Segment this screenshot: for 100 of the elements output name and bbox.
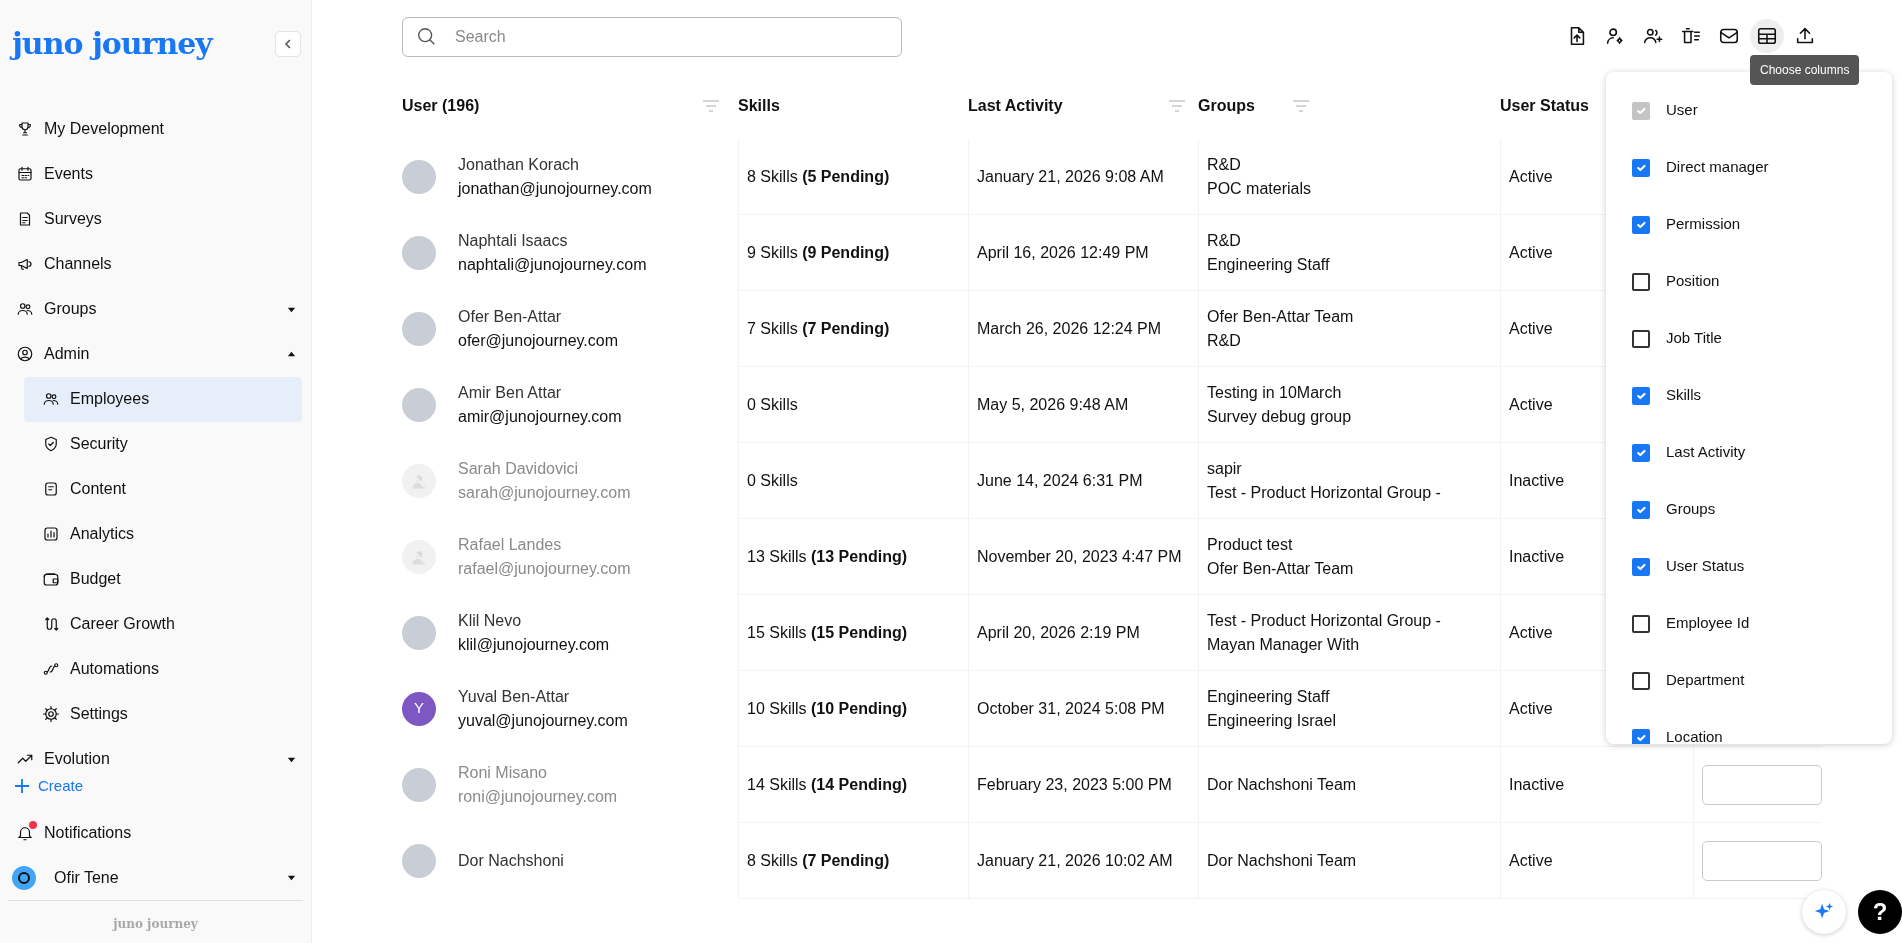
checkbox[interactable] (1632, 557, 1650, 576)
group-name: Engineering Israel (1207, 710, 1336, 731)
checkbox[interactable] (1632, 158, 1650, 177)
avatar-photo-placeholder (402, 615, 436, 650)
checkbox[interactable] (1632, 386, 1650, 405)
avatar-photo-placeholder (402, 311, 436, 346)
nav-item[interactable]: Surveys (0, 196, 311, 242)
column-option[interactable]: Position (1632, 253, 1892, 310)
skills-text: 8 Skills (5 Pending) (747, 166, 890, 187)
date-text: March 26, 2026 12:24 PM (977, 318, 1162, 339)
group-name: Dor Nachshoni Team (1207, 774, 1357, 795)
skills-text: 8 Skills (7 Pending) (747, 850, 890, 871)
column-option[interactable]: Skills (1632, 367, 1892, 424)
avatar-photo-placeholder (402, 767, 436, 802)
column-option[interactable]: Groups (1632, 481, 1892, 538)
wallet-icon (42, 570, 60, 589)
column-option[interactable]: Job Title (1632, 310, 1892, 367)
checkbox[interactable] (1632, 671, 1650, 690)
column-header[interactable]: User (196) (402, 94, 480, 118)
tooltip: Choose columns (1750, 55, 1860, 85)
group-name: Dor Nachshoni Team (1207, 850, 1357, 871)
status-text: Active (1509, 242, 1553, 263)
status-text: Active (1509, 622, 1553, 643)
nav-item[interactable]: Security (24, 421, 302, 467)
column-option[interactable]: Permission (1632, 196, 1892, 253)
nav-item[interactable]: Settings (24, 691, 302, 737)
user-name: Yuval Ben-Attar (458, 686, 571, 707)
input-field[interactable] (1702, 764, 1822, 805)
checkbox[interactable] (1632, 728, 1650, 744)
user-email: rafael@junojourney.com (458, 558, 631, 579)
column-option[interactable]: Department (1632, 652, 1892, 709)
column-header[interactable]: Groups (1198, 94, 1255, 118)
user-name: Sarah Davidovici (458, 458, 580, 479)
column-header[interactable]: Skills (738, 94, 780, 118)
date-text: May 5, 2026 9:48 AM (977, 394, 1129, 415)
skills-text: 0 Skills (747, 394, 798, 415)
column-option[interactable]: Employee Id (1632, 595, 1892, 652)
checkbox[interactable] (1632, 272, 1650, 291)
nav-item[interactable]: Employees (24, 376, 302, 422)
assistant-button[interactable] (1802, 890, 1846, 934)
column-option[interactable]: User Status (1632, 538, 1892, 595)
column-option[interactable]: Last Activity (1632, 424, 1892, 481)
user-name: Rafael Landes (458, 534, 563, 555)
nav-item[interactable]: Channels (0, 241, 311, 287)
search-field[interactable]: Search (402, 17, 902, 57)
group-name: Product test (1207, 534, 1293, 555)
checkbox[interactable] (1632, 329, 1650, 348)
user-name: Klil Nevo (458, 610, 523, 631)
status-text: Inactive (1509, 774, 1565, 795)
nav-item[interactable]: Analytics (24, 511, 302, 557)
user-email: jonathan@junojourney.com (458, 178, 652, 199)
group-name: R&D (1207, 230, 1241, 251)
column-header[interactable]: User Status (1500, 94, 1589, 118)
user-email: naphtali@junojourney.com (458, 254, 647, 275)
nav-item[interactable]: Groups (0, 286, 311, 332)
nav-item[interactable]: Budget (24, 556, 302, 602)
date-text: June 14, 2024 6:31 PM (977, 470, 1143, 491)
column-option[interactable]: Location (1632, 709, 1892, 744)
user-email: amir@junojourney.com (458, 406, 622, 427)
column-option[interactable]: Direct manager (1632, 139, 1892, 196)
nav-item[interactable]: Automations (24, 646, 302, 692)
checkbox[interactable] (1632, 614, 1650, 633)
checkbox[interactable] (1632, 500, 1650, 519)
skills-text: 15 Skills (15 Pending) (747, 622, 908, 643)
input-field[interactable] (1702, 840, 1822, 881)
user-menu[interactable]: Ofir Tene (0, 855, 311, 900)
trophy-icon (16, 120, 34, 139)
collapse-button[interactable] (275, 30, 301, 57)
help-button[interactable]: ? (1858, 890, 1902, 934)
nav-item[interactable]: Content (24, 466, 302, 512)
note-icon (42, 480, 60, 499)
date-text: November 20, 2023 4:47 PM (977, 546, 1182, 567)
avatar-placeholder-icon (402, 463, 436, 498)
nav-item[interactable]: My Development (0, 106, 311, 152)
user-name: Amir Ben Attar (458, 382, 563, 403)
nav-item[interactable]: Admin (0, 331, 311, 377)
avatar-photo-placeholder (402, 159, 436, 194)
nav-item[interactable]: Evolution (0, 736, 311, 771)
skills-text: 10 Skills (10 Pending) (747, 698, 908, 719)
create-link[interactable]: Create (0, 770, 311, 803)
user-gear-icon (1604, 25, 1626, 47)
notifications-item[interactable]: Notifications (0, 810, 311, 856)
group-name: Mayan Manager With (1207, 634, 1360, 655)
user-email: yuval@junojourney.com (458, 710, 628, 731)
status-text: Active (1509, 166, 1553, 187)
group-name: Engineering Staff (1207, 254, 1330, 275)
group-name: Ofer Ben-Attar Team (1207, 306, 1354, 327)
checkbox[interactable] (1632, 215, 1650, 234)
column-header[interactable]: Last Activity (968, 94, 1063, 118)
user-name: Naphtali Isaacs (458, 230, 569, 251)
nav-item[interactable]: Events (0, 151, 311, 197)
user-name: Jonathan Korach (458, 154, 580, 175)
date-text: April 16, 2026 12:49 PM (977, 242, 1149, 263)
table-icon (1756, 25, 1778, 47)
checkbox[interactable] (1632, 443, 1650, 462)
avatar-photo-placeholder (402, 387, 436, 422)
nav-item[interactable]: Career Growth (24, 601, 302, 647)
group-name: Survey debug group (1207, 406, 1352, 427)
toolbar-button[interactable] (1750, 19, 1784, 53)
avatar-icon (12, 865, 36, 890)
